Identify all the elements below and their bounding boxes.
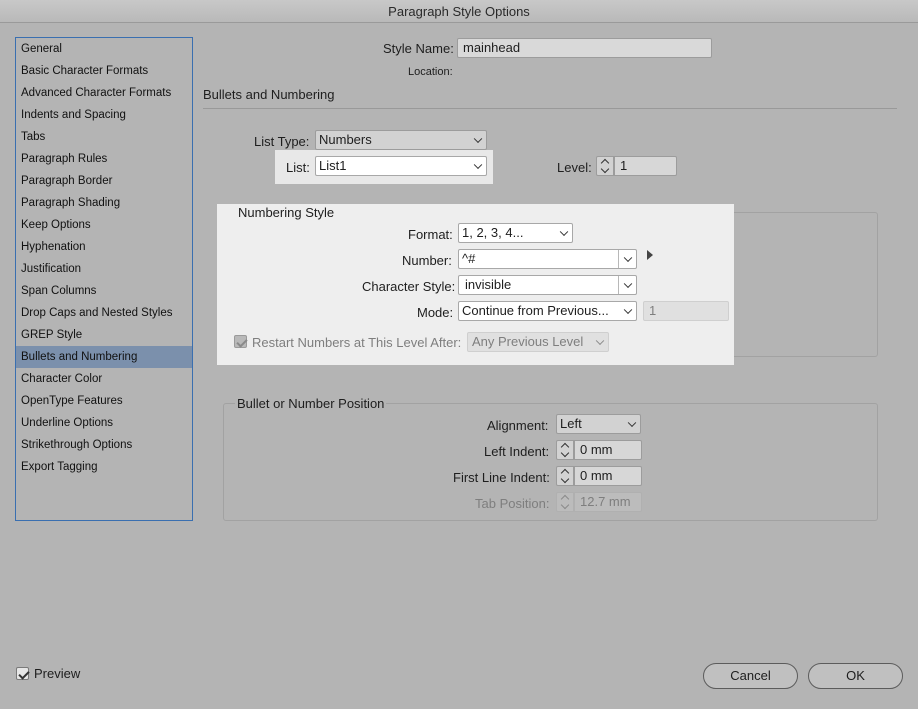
list-label: List:	[286, 160, 310, 175]
list-type-value: Numbers	[319, 132, 372, 147]
position-title: Bullet or Number Position	[235, 396, 387, 411]
chevron-down-icon	[595, 336, 605, 346]
sidebar-item-character-color[interactable]: Character Color	[16, 368, 192, 390]
level-input[interactable]: 1	[614, 156, 677, 176]
mode-select[interactable]: Continue from Previous...	[458, 301, 637, 321]
format-label: Format:	[408, 227, 453, 242]
chevron-down-icon	[623, 279, 633, 289]
numbering-style-title: Numbering Style	[238, 205, 335, 220]
tab-position-stepper[interactable]	[556, 492, 574, 512]
sidebar-item-strikethrough-options[interactable]: Strikethrough Options	[16, 434, 192, 456]
tab-position-label: Tab Position:	[475, 496, 550, 511]
chevron-down-icon	[627, 418, 637, 428]
restart-numbers-checkbox[interactable]	[234, 335, 247, 348]
first-line-indent-label: First Line Indent:	[453, 470, 550, 485]
list-value: List1	[319, 158, 347, 173]
window-title: Paragraph Style Options	[0, 0, 918, 23]
ok-button[interactable]: OK	[808, 663, 903, 689]
left-indent-stepper[interactable]	[556, 440, 574, 460]
chevron-down-icon	[473, 160, 483, 170]
restart-level-value: Any Previous Level	[472, 334, 584, 349]
sidebar-item-underline-options[interactable]: Underline Options	[16, 412, 192, 434]
sidebar-item-export-tagging[interactable]: Export Tagging	[16, 456, 192, 478]
preview-label: Preview	[34, 666, 81, 681]
sidebar-item-justification[interactable]: Justification	[16, 258, 192, 280]
section-divider	[203, 108, 897, 109]
format-select[interactable]: 1, 2, 3, 4...	[458, 223, 573, 243]
chevron-down-icon	[559, 227, 569, 237]
sidebar-item-bullets-and-numbering[interactable]: Bullets and Numbering	[16, 346, 192, 368]
alignment-value: Left	[560, 416, 582, 431]
sidebar-item-paragraph-border[interactable]: Paragraph Border	[16, 170, 192, 192]
sidebar-item-basic-character-formats[interactable]: Basic Character Formats	[16, 60, 192, 82]
tab-position-input[interactable]: 12.7 mm	[574, 492, 642, 512]
sidebar-item-advanced-character-formats[interactable]: Advanced Character Formats	[16, 82, 192, 104]
insert-special-character-icon[interactable]	[647, 250, 653, 260]
format-value: 1, 2, 3, 4...	[462, 225, 524, 240]
level-stepper[interactable]	[596, 156, 614, 176]
sidebar-item-paragraph-shading[interactable]: Paragraph Shading	[16, 192, 192, 214]
sidebar-item-drop-caps-and-nested-styles[interactable]: Drop Caps and Nested Styles	[16, 302, 192, 324]
number-value: ^#	[462, 251, 476, 266]
restart-numbers-label: Restart Numbers at This Level After:	[252, 335, 462, 350]
sidebar-item-opentype-features[interactable]: OpenType Features	[16, 390, 192, 412]
first-line-indent-stepper[interactable]	[556, 466, 574, 486]
mode-label: Mode:	[417, 305, 454, 320]
mode-number-input[interactable]: 1	[643, 301, 729, 321]
chevron-down-icon	[623, 253, 633, 263]
list-select[interactable]: List1	[315, 156, 487, 176]
stepper-down-icon	[560, 448, 570, 458]
left-indent-input[interactable]: 0 mm	[574, 440, 642, 460]
character-style-value: invisible	[465, 277, 512, 292]
sidebar-item-general[interactable]: General	[16, 38, 192, 60]
alignment-label: Alignment:	[487, 418, 549, 433]
character-style-select[interactable]: invisible	[458, 275, 637, 295]
sidebar-item-indents-and-spacing[interactable]: Indents and Spacing	[16, 104, 192, 126]
stepper-down-icon	[560, 500, 570, 510]
chevron-down-icon	[473, 134, 483, 144]
first-line-indent-input[interactable]: 0 mm	[574, 466, 642, 486]
location-label: Location:	[408, 66, 453, 78]
sidebar-item-paragraph-rules[interactable]: Paragraph Rules	[16, 148, 192, 170]
cancel-button[interactable]: Cancel	[703, 663, 798, 689]
list-type-select[interactable]: Numbers	[315, 130, 487, 150]
alignment-select[interactable]: Left	[556, 414, 641, 434]
category-list[interactable]: General Basic Character Formats Advanced C…	[15, 37, 193, 521]
stepper-down-icon	[600, 164, 610, 174]
sidebar-item-tabs[interactable]: Tabs	[16, 126, 192, 148]
chevron-down-icon	[623, 305, 633, 315]
sidebar-item-span-columns[interactable]: Span Columns	[16, 280, 192, 302]
character-style-label: Character Style:	[362, 279, 456, 294]
restart-level-select[interactable]: Any Previous Level	[467, 332, 609, 352]
position-group	[223, 403, 878, 521]
sidebar-item-grep-style[interactable]: GREP Style	[16, 324, 192, 346]
style-name-label: Style Name:	[383, 41, 454, 56]
sidebar-item-hyphenation[interactable]: Hyphenation	[16, 236, 192, 258]
preview-checkbox[interactable]	[16, 667, 29, 680]
list-type-label: List Type:	[254, 134, 310, 149]
level-label: Level:	[557, 160, 592, 175]
sidebar-item-keep-options[interactable]: Keep Options	[16, 214, 192, 236]
left-indent-label: Left Indent:	[484, 444, 550, 459]
number-label: Number:	[402, 253, 452, 268]
stepper-down-icon	[560, 474, 570, 484]
style-name-input[interactable]: mainhead	[457, 38, 712, 58]
mode-value: Continue from Previous...	[462, 303, 609, 318]
section-title: Bullets and Numbering	[203, 87, 335, 102]
number-combo[interactable]: ^#	[458, 249, 637, 269]
